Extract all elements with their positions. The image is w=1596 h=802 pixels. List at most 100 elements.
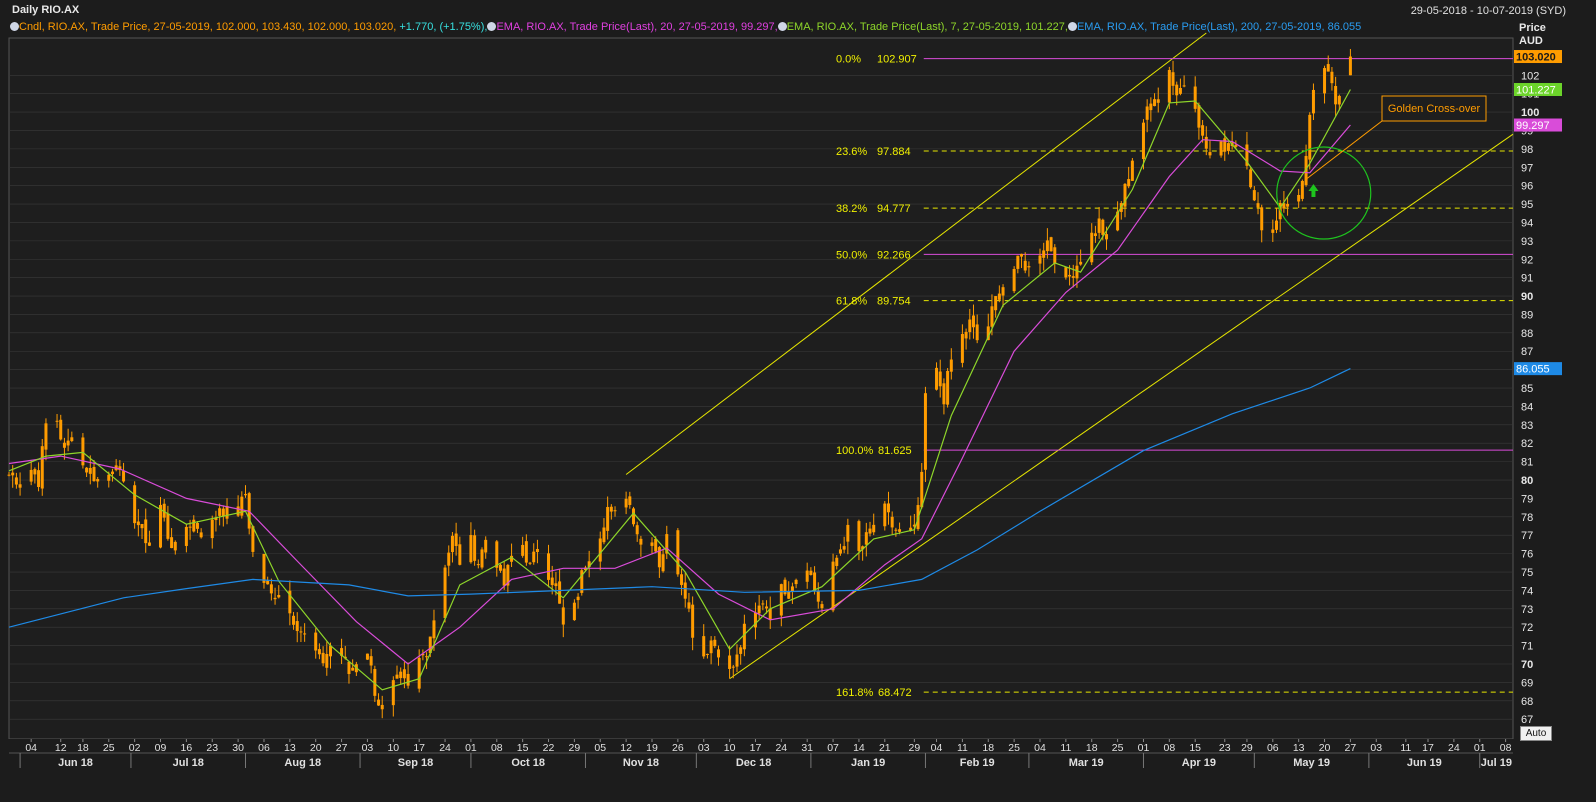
y-tick-label: 91 bbox=[1521, 273, 1533, 285]
candle-body bbox=[820, 604, 824, 609]
fib-value-label: 102.907 bbox=[877, 54, 917, 66]
candle-body bbox=[687, 602, 691, 609]
y-tick-label: 76 bbox=[1521, 549, 1533, 561]
x-tick-label: 27 bbox=[1345, 742, 1357, 754]
candle-body bbox=[425, 656, 429, 658]
candle-body bbox=[170, 537, 174, 549]
candle-body bbox=[628, 496, 632, 505]
y-tick-label: 96 bbox=[1521, 181, 1533, 193]
candle-body bbox=[321, 652, 325, 664]
candle-body bbox=[1153, 99, 1157, 107]
candle-body bbox=[314, 632, 318, 651]
candle-body bbox=[140, 523, 144, 529]
candle-body bbox=[107, 474, 111, 481]
candle-body bbox=[1252, 190, 1256, 201]
candle-body bbox=[502, 568, 506, 586]
candle-body bbox=[62, 442, 66, 448]
candle-body bbox=[949, 359, 953, 372]
price-chart[interactable]: 67 68 69 70 71 72 73 74 75 76 77 78 79 80 81 82 83 84 85 86… bbox=[0, 0, 1596, 802]
y-tick-label: 94 bbox=[1521, 217, 1533, 229]
fib-pct-label: 23.6% bbox=[836, 146, 867, 158]
plot-area bbox=[8, 37, 1514, 740]
candle-body bbox=[1001, 287, 1005, 296]
x-tick-label: 24 bbox=[439, 742, 451, 754]
candle-body bbox=[572, 602, 576, 621]
fib-pct-label: 161.8% bbox=[836, 687, 874, 699]
x-tick-label: 05 bbox=[594, 742, 606, 754]
candle-body bbox=[835, 557, 839, 566]
candle-body bbox=[1260, 207, 1264, 231]
candle-body bbox=[495, 541, 499, 568]
candle-body bbox=[96, 479, 100, 482]
x-tick-label: 03 bbox=[1370, 742, 1382, 754]
candle-body bbox=[872, 524, 876, 533]
fib-pct-label: 61.8% bbox=[836, 296, 867, 308]
candle-body bbox=[1311, 89, 1315, 114]
month-label: Mar 19 bbox=[1069, 757, 1104, 769]
fib-value-label: 92.266 bbox=[877, 249, 911, 261]
fib-value-label: 97.884 bbox=[877, 146, 911, 158]
x-tick-label: 12 bbox=[55, 742, 67, 754]
candle-body bbox=[680, 574, 684, 585]
candle-body bbox=[1075, 265, 1079, 279]
candle-body bbox=[728, 655, 732, 669]
candle-body bbox=[402, 669, 406, 679]
x-tick-label: 11 bbox=[957, 742, 968, 754]
y-tick-label: 70 bbox=[1521, 659, 1533, 671]
candle-body bbox=[443, 567, 447, 618]
auto-scale-button[interactable]: Auto bbox=[1520, 726, 1552, 741]
candle-body bbox=[635, 525, 639, 535]
x-tick-label: 01 bbox=[1474, 742, 1486, 754]
candle-body bbox=[842, 546, 846, 550]
x-tick-label: 16 bbox=[181, 742, 193, 754]
candle-body bbox=[369, 656, 373, 666]
candle-body bbox=[1130, 160, 1134, 181]
candle-body bbox=[1020, 253, 1024, 257]
candle-body bbox=[868, 528, 872, 534]
price-badge-label: 103.020 bbox=[1516, 52, 1556, 64]
candle-body bbox=[1219, 141, 1223, 156]
candle-body bbox=[1271, 229, 1275, 233]
x-tick-label: 10 bbox=[387, 742, 399, 754]
x-tick-label: 30 bbox=[232, 742, 244, 754]
candle-body bbox=[395, 674, 399, 679]
x-tick-label: 31 bbox=[801, 742, 813, 754]
candle-body bbox=[92, 466, 96, 482]
y-tick-label: 72 bbox=[1521, 622, 1533, 634]
month-label: Jul 18 bbox=[173, 757, 204, 769]
y-tick-label: 89 bbox=[1521, 309, 1533, 321]
candle-body bbox=[122, 470, 126, 482]
candle-body bbox=[476, 564, 480, 566]
x-tick-label: 24 bbox=[775, 742, 787, 754]
candle-body bbox=[55, 420, 59, 422]
candle-body bbox=[317, 649, 321, 655]
candle-body bbox=[787, 591, 791, 599]
month-label: Aug 18 bbox=[284, 757, 321, 769]
candle-body bbox=[1038, 255, 1042, 264]
candle-body bbox=[1297, 195, 1301, 202]
candle-body bbox=[923, 393, 927, 470]
candle-body bbox=[1178, 87, 1182, 94]
x-tick-label: 12 bbox=[620, 742, 632, 754]
candle-body bbox=[450, 535, 454, 553]
y-tick-label: 102 bbox=[1521, 70, 1539, 82]
x-tick-label: 25 bbox=[1008, 742, 1020, 754]
fib-pct-label: 100.0% bbox=[836, 445, 874, 457]
candle-body bbox=[794, 579, 798, 585]
candle-body bbox=[602, 527, 606, 543]
candle-body bbox=[1016, 255, 1020, 269]
candle-body bbox=[1068, 274, 1072, 277]
candle-body bbox=[1127, 179, 1131, 187]
candle-body bbox=[650, 542, 654, 546]
candle-body bbox=[88, 467, 92, 474]
candle-body bbox=[613, 510, 617, 512]
candle-body bbox=[221, 508, 225, 517]
candle-body bbox=[521, 544, 525, 556]
month-label: Jan 19 bbox=[851, 757, 885, 769]
candle-body bbox=[391, 680, 395, 706]
x-tick-label: 29 bbox=[569, 742, 581, 754]
candle-body bbox=[1090, 232, 1094, 263]
x-tick-label: 15 bbox=[1189, 742, 1201, 754]
month-label: Sep 18 bbox=[398, 757, 433, 769]
candle-body bbox=[1193, 86, 1197, 109]
